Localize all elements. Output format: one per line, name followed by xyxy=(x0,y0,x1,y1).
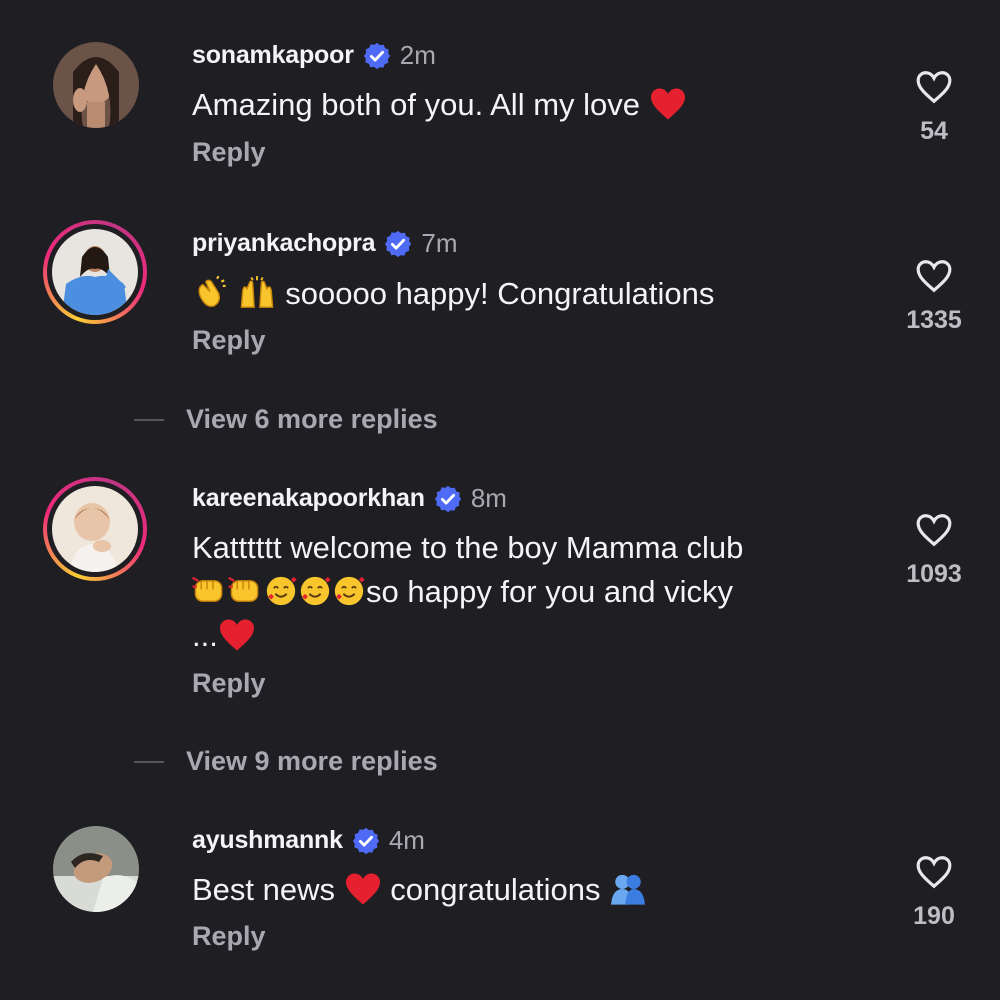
oncoming-fist-emoji xyxy=(228,575,264,607)
timestamp: 2m xyxy=(399,40,436,70)
divider xyxy=(134,760,164,763)
reply-button[interactable]: Reply xyxy=(192,668,266,699)
comment-text: Best news congratulations xyxy=(192,868,852,912)
like-control: 1335 xyxy=(898,258,970,335)
timestamp: 4m xyxy=(388,825,425,855)
avatar[interactable] xyxy=(52,825,140,913)
like-control: 190 xyxy=(898,854,970,931)
heart-outline-icon[interactable] xyxy=(915,258,953,294)
like-control: 1093 xyxy=(898,512,970,589)
verified-badge-icon xyxy=(362,41,392,71)
clapping-hands-emoji xyxy=(192,275,228,310)
avatar[interactable] xyxy=(43,477,147,581)
comments-list: sonamkapoor 2m Amazing both of you. All … xyxy=(0,0,1000,1000)
smiling-face-with-hearts-emoji xyxy=(298,574,332,608)
comment-text: Katttttt welcome to the boy Mamma club s… xyxy=(192,526,852,658)
view-more-replies-button[interactable]: View 6 more replies xyxy=(134,404,438,435)
username[interactable]: priyankachopra xyxy=(192,229,376,258)
like-count: 1093 xyxy=(906,560,962,588)
raising-hands-emoji xyxy=(237,275,277,310)
view-more-replies-button[interactable]: View 9 more replies xyxy=(134,746,438,777)
smiling-face-with-hearts-emoji xyxy=(332,574,366,608)
username[interactable]: sonamkapoor xyxy=(192,41,354,70)
reply-button[interactable]: Reply xyxy=(192,137,266,168)
red-heart-emoji xyxy=(218,618,256,652)
timestamp: 7m xyxy=(421,228,458,258)
comment-text-line: so happy for you and vicky xyxy=(192,570,852,614)
like-count: 54 xyxy=(920,117,948,145)
red-heart-emoji xyxy=(344,872,382,906)
verified-badge-icon xyxy=(433,484,463,514)
smiling-face-with-hearts-emoji xyxy=(264,574,298,608)
username[interactable]: kareenakapoorkhan xyxy=(192,484,425,513)
heart-outline-icon[interactable] xyxy=(915,69,953,105)
timestamp: 8m xyxy=(470,483,507,513)
heart-outline-icon[interactable] xyxy=(915,854,953,890)
heart-outline-icon[interactable] xyxy=(915,512,953,548)
comment-text-line: ... xyxy=(192,614,852,658)
divider xyxy=(134,418,164,421)
reply-button[interactable]: Reply xyxy=(192,921,266,952)
view-more-label: View 6 more replies xyxy=(186,404,438,434)
comment-text: sooooo happy! Congratulations xyxy=(192,272,852,316)
reply-button[interactable]: Reply xyxy=(192,325,266,356)
username[interactable]: ayushmannk xyxy=(192,826,343,855)
like-control: 54 xyxy=(898,69,970,146)
avatar[interactable] xyxy=(52,41,140,129)
people-hugging-emoji xyxy=(609,872,647,906)
like-count: 1335 xyxy=(906,306,962,334)
avatar[interactable] xyxy=(43,220,147,324)
comment-text: Amazing both of you. All my love xyxy=(192,83,852,127)
comment-text-line: Katttttt welcome to the boy Mamma club xyxy=(192,530,744,565)
red-heart-emoji xyxy=(649,87,687,121)
verified-badge-icon xyxy=(351,826,381,856)
oncoming-fist-emoji xyxy=(192,575,228,607)
verified-badge-icon xyxy=(383,229,413,259)
like-count: 190 xyxy=(913,902,955,930)
view-more-label: View 9 more replies xyxy=(186,746,438,776)
